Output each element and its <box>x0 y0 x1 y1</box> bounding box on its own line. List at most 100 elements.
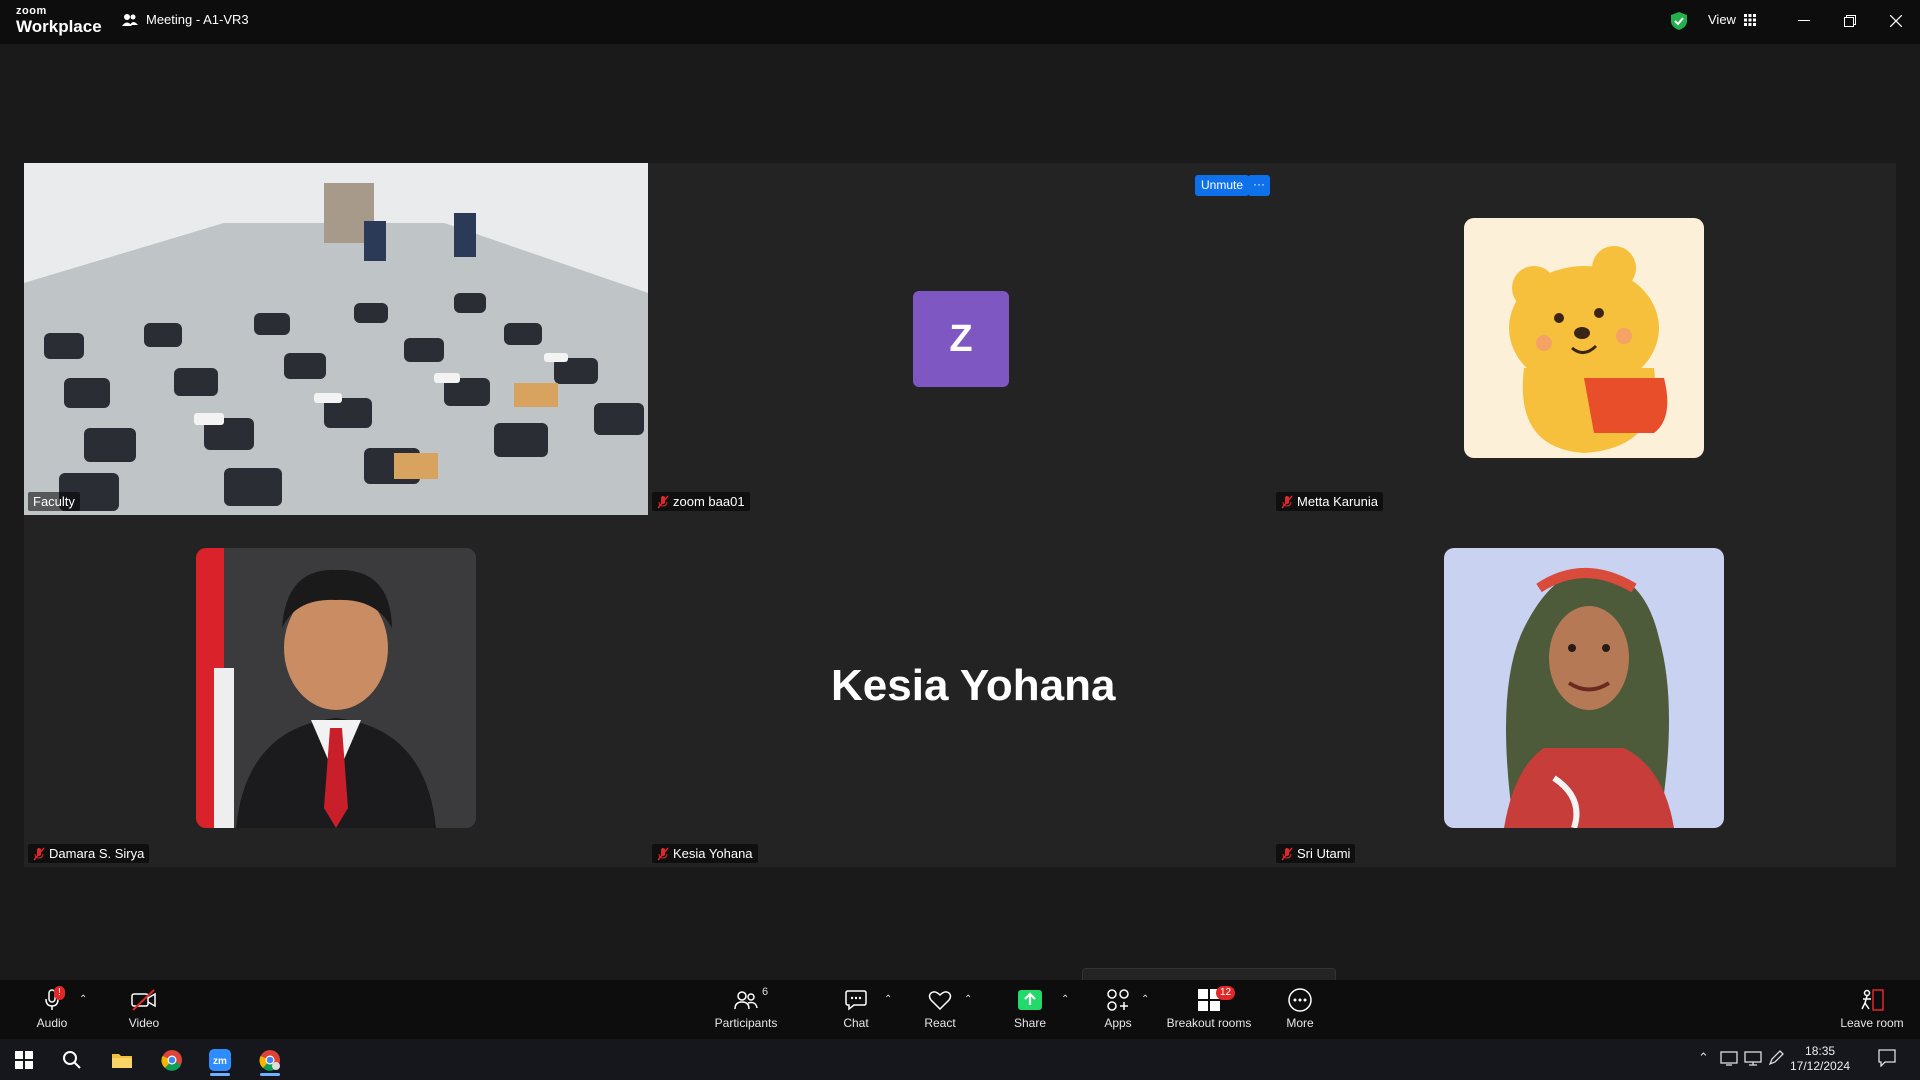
clock-date: 17/12/2024 <box>1790 1059 1851 1073</box>
show-hidden-icons-button[interactable]: ⌃ <box>1698 1050 1709 1066</box>
share-label: Share <box>1013 1016 1047 1030</box>
participants-icon <box>734 991 758 1010</box>
audio-options-caret[interactable]: ⌃ <box>79 994 87 1005</box>
leave-room-label: Leave room <box>1840 1016 1904 1030</box>
meeting-title-text: Meeting - A1-VR3 <box>146 12 249 27</box>
meeting-title[interactable]: Meeting - A1-VR3 <box>122 12 249 27</box>
participant-name-tag: Faculty <box>28 492 80 511</box>
participant-name: Metta Karunia <box>1297 494 1378 509</box>
breakout-rooms-label: Breakout rooms <box>1166 1016 1252 1030</box>
mic-muted-icon <box>1281 847 1293 860</box>
profile-picture <box>196 548 476 828</box>
participant-name-tag: Kesia Yohana <box>652 844 758 863</box>
zoom-workplace-logo: zoom Workplace <box>16 5 102 36</box>
apps-label: Apps <box>1104 1016 1132 1030</box>
network-icon[interactable] <box>1720 1050 1738 1066</box>
os-taskbar: zm ⌃ 18:35 17/12/2024 <box>0 1039 1920 1080</box>
more-button[interactable]: More <box>1254 986 1346 1030</box>
taskbar-chrome-profile[interactable] <box>246 1043 294 1076</box>
participant-tile-kesia-yohana[interactable]: Kesia Yohana Kesia Yohana <box>648 515 1272 867</box>
restore-icon <box>1844 15 1856 27</box>
taskbar-zoom[interactable]: zm <box>196 1043 244 1076</box>
leave-room-button[interactable]: Leave room <box>1826 986 1918 1030</box>
participant-name: zoom baa01 <box>673 494 745 509</box>
participants-button[interactable]: 6 Participants <box>700 986 792 1030</box>
participant-name-tag: Sri Utami <box>1276 844 1356 863</box>
chat-options-caret[interactable]: ⌃ <box>884 994 892 1005</box>
participant-tile-zoom-baa01[interactable]: Unmute ··· Z zoom baa01 <box>648 163 1272 515</box>
windows-logo-icon <box>15 1050 33 1069</box>
video-label: Video <box>128 1016 160 1030</box>
taskbar-chrome[interactable] <box>148 1043 196 1076</box>
zoom-app-icon: zm <box>209 1048 231 1071</box>
share-screen-icon <box>1018 990 1042 1010</box>
video-off-icon <box>131 989 156 1011</box>
audio-label: Audio <box>36 1016 68 1030</box>
chat-button[interactable]: Chat <box>810 986 902 1030</box>
participant-tile-faculty[interactable]: Faculty <box>24 163 648 515</box>
encryption-shield-icon[interactable] <box>1670 11 1688 31</box>
mic-muted-icon <box>1281 495 1293 508</box>
participant-name-tag: Damara S. Sirya <box>28 844 150 863</box>
participants-group-icon <box>122 13 138 26</box>
tile-more-button[interactable]: ··· <box>1248 175 1270 196</box>
participant-tile-metta-karunia[interactable]: Metta Karunia <box>1272 163 1896 515</box>
apps-options-caret[interactable]: ⌃ <box>1141 994 1149 1005</box>
system-clock[interactable]: 18:35 17/12/2024 <box>1790 1044 1850 1074</box>
participant-name: Sri Utami <box>1297 846 1351 861</box>
react-options-caret[interactable]: ⌃ <box>964 994 972 1005</box>
profile-photo-man <box>196 548 436 828</box>
minimize-icon <box>1798 20 1810 21</box>
apps-button[interactable]: Apps <box>1072 986 1164 1030</box>
logo-big-text: Workplace <box>16 17 102 36</box>
folder-icon <box>112 1053 132 1068</box>
participant-name-tag: zoom baa01 <box>652 492 750 511</box>
audio-warning-badge: ! <box>54 986 65 1000</box>
more-icon <box>1288 988 1312 1012</box>
breakout-rooms-button[interactable]: 12 Breakout rooms <box>1158 986 1260 1030</box>
participants-count: 6 <box>762 986 769 998</box>
participant-display-name: Kesia Yohana <box>831 661 1116 710</box>
restore-button[interactable] <box>1830 6 1870 36</box>
chat-icon <box>845 990 867 1011</box>
participants-label: Participants <box>714 1016 778 1030</box>
display-icon[interactable] <box>1744 1050 1762 1066</box>
audio-button[interactable]: ! Audio <box>6 986 98 1030</box>
search-icon <box>63 1050 81 1069</box>
close-icon <box>1890 15 1902 27</box>
taskbar-search-button[interactable] <box>48 1043 96 1076</box>
video-button[interactable]: Video <box>98 986 190 1030</box>
breakout-rooms-badge: 12 <box>1216 986 1236 1000</box>
svg-text:zm: zm <box>213 1056 227 1067</box>
share-options-caret[interactable]: ⌃ <box>1061 994 1069 1005</box>
mic-muted-icon <box>657 847 669 860</box>
heart-icon <box>928 991 952 1011</box>
participant-name: Damara S. Sirya <box>49 846 145 861</box>
participant-name-tag: Metta Karunia <box>1276 492 1383 511</box>
logo-small-text: zoom <box>16 5 47 17</box>
participant-name: Kesia Yohana <box>673 846 753 861</box>
minimize-button[interactable] <box>1784 6 1824 36</box>
participant-tile-damara-s-sirya[interactable]: Damara S. Sirya <box>24 515 648 867</box>
meeting-toolbar: ! Audio ⌃ Video 6 Participants Chat ⌃ Re… <box>0 980 1920 1039</box>
chat-label: Chat <box>843 1016 869 1030</box>
share-button[interactable]: Share <box>984 986 1076 1030</box>
unmute-button[interactable]: Unmute <box>1195 175 1250 196</box>
video-gallery: Faculty Unmute ··· Z zoom baa01 Metta Ka… <box>0 44 1920 1014</box>
classroom-video-feed <box>24 163 648 515</box>
react-label: React <box>924 1016 956 1030</box>
pen-icon[interactable] <box>1768 1050 1784 1066</box>
leave-room-icon <box>1861 989 1884 1011</box>
start-button[interactable] <box>0 1043 48 1076</box>
taskbar-file-explorer[interactable] <box>98 1043 146 1076</box>
view-button[interactable]: View <box>1708 12 1756 27</box>
profile-picture <box>1464 218 1704 458</box>
participant-tile-sri-utami[interactable]: Sri Utami <box>1272 515 1896 867</box>
chrome-icon <box>161 1049 182 1071</box>
react-button[interactable]: React <box>894 986 986 1030</box>
chrome-profile-icon <box>259 1049 280 1071</box>
apps-icon <box>1107 989 1129 1011</box>
close-button[interactable] <box>1876 6 1916 36</box>
notifications-icon[interactable] <box>1878 1049 1896 1067</box>
participant-name: Faculty <box>33 494 75 509</box>
